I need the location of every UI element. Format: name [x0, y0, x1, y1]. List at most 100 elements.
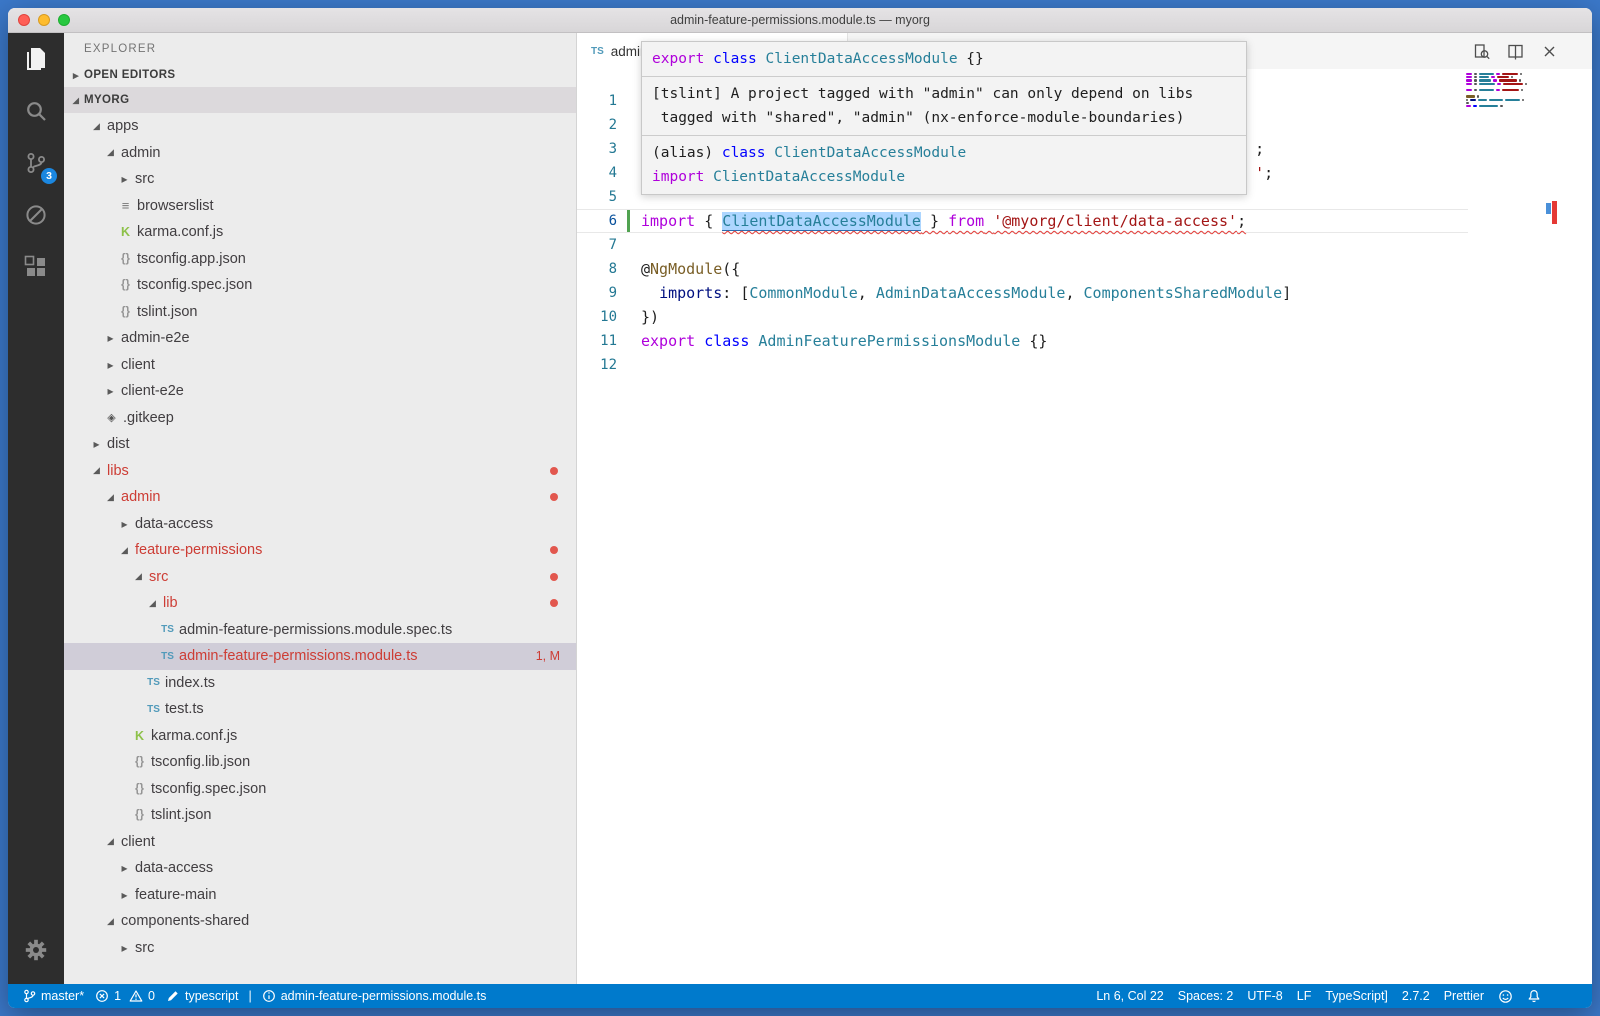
code-line-7[interactable]: 7: [577, 233, 1468, 257]
zoom-window-button[interactable]: [58, 14, 70, 26]
status-language-mode[interactable]: TypeScript]: [1318, 984, 1395, 1008]
code-line-10[interactable]: 10}): [577, 305, 1468, 329]
status-indentation[interactable]: Spaces: 2: [1171, 984, 1241, 1008]
tree-folder-client[interactable]: ◢client: [64, 829, 576, 856]
ts-file-icon: TS: [158, 624, 177, 635]
tree-folder-src[interactable]: ▸src: [64, 935, 576, 962]
open-preview-button[interactable]: [1473, 43, 1490, 60]
tree-folder-client-e2e[interactable]: ▸client-e2e: [64, 378, 576, 405]
tree-folder-lib[interactable]: ◢lib: [64, 590, 576, 617]
tree-folder-src[interactable]: ◢src: [64, 564, 576, 591]
tree-item-label: tsconfig.spec.json: [137, 277, 252, 293]
status-eol[interactable]: LF: [1290, 984, 1319, 1008]
section-open-editors[interactable]: ▸ OPEN EDITORS: [64, 63, 576, 87]
status-active-file-info[interactable]: admin-feature-permissions.module.ts: [255, 984, 494, 1008]
activity-settings[interactable]: [8, 924, 64, 976]
tree-folder-apps[interactable]: ◢apps: [64, 113, 576, 140]
code-line-9[interactable]: 9 imports: [CommonModule, AdminDataAcces…: [577, 281, 1468, 305]
tree-file-tsconfig.spec.json[interactable]: {}tsconfig.spec.json: [64, 272, 576, 299]
tree-folder-admin[interactable]: ◢admin: [64, 484, 576, 511]
section-myorg[interactable]: ◢ MYORG: [64, 87, 576, 113]
tree-item-label: admin-feature-permissions.module.spec.ts: [179, 622, 452, 638]
tree-folder-admin[interactable]: ◢admin: [64, 140, 576, 167]
tree-file-karma.conf.js[interactable]: Kkarma.conf.js: [64, 723, 576, 750]
minimap-line: [1466, 86, 1532, 88]
tree-item-label: src: [149, 569, 168, 585]
status-tslint-typescript[interactable]: typescript: [159, 984, 246, 1008]
tree-file-tslint.json[interactable]: {}tslint.json: [64, 802, 576, 829]
code-line-8[interactable]: 8@NgModule({: [577, 257, 1468, 281]
tree-folder-libs[interactable]: ◢libs: [64, 458, 576, 485]
code-text: imports: [CommonModule, AdminDataAccessM…: [641, 281, 1291, 305]
status-git-branch[interactable]: master*: [16, 984, 91, 1008]
tree-item-label: libs: [107, 463, 129, 479]
tree-folder-feature-permissions[interactable]: ◢feature-permissions: [64, 537, 576, 564]
activity-search[interactable]: [8, 85, 64, 137]
activity-debug[interactable]: [8, 189, 64, 241]
close-editor-button[interactable]: [1541, 43, 1558, 60]
status-warnings[interactable]: 0: [125, 984, 159, 1008]
tree-file-tsconfig.lib.json[interactable]: {}tsconfig.lib.json: [64, 749, 576, 776]
tree-file-tsconfig.app.json[interactable]: {}tsconfig.app.json: [64, 246, 576, 273]
tree-folder-src[interactable]: ▸src: [64, 166, 576, 193]
tree-item-label: apps: [107, 118, 138, 134]
close-window-button[interactable]: [18, 14, 30, 26]
tree-folder-admin-e2e[interactable]: ▸admin-e2e: [64, 325, 576, 352]
code-line-6[interactable]: 6import { ClientDataAccessModule } from …: [577, 209, 1468, 233]
tree-file-.gitkeep[interactable]: ◈.gitkeep: [64, 405, 576, 432]
minimap-segment: [1474, 83, 1477, 85]
chevron-expanded-icon: ◢: [88, 465, 105, 476]
minimap-segment: [1525, 83, 1527, 85]
activity-explorer[interactable]: [8, 33, 64, 85]
json-file-icon: {}: [116, 306, 135, 318]
tree-file-tslint.json[interactable]: {}tslint.json: [64, 299, 576, 326]
tree-file-admin-feature-permissions.module.ts[interactable]: TSadmin-feature-permissions.module.ts1, …: [64, 643, 576, 670]
chevron-collapsed-icon: ▸: [116, 941, 133, 955]
vscode-window: admin-feature-permissions.module.ts — my…: [8, 8, 1592, 1008]
hover-tooltip-popup[interactable]: export class ClientDataAccessModule {}[t…: [641, 41, 1247, 195]
code-token: imports: [659, 284, 722, 302]
tree-file-index.ts[interactable]: TSindex.ts: [64, 670, 576, 697]
status-encoding[interactable]: UTF-8: [1240, 984, 1289, 1008]
workbench-body: 3 EXPLORER ▸ OPEN EDITORS ◢ MYORG ◢apps◢…: [8, 33, 1592, 984]
minimap-segment: [1511, 76, 1513, 78]
status-errors[interactable]: 1: [91, 984, 125, 1008]
status-feedback[interactable]: [1491, 984, 1520, 1008]
line-number: 10: [577, 305, 617, 329]
status-formatter[interactable]: Prettier: [1437, 984, 1491, 1008]
minimize-window-button[interactable]: [38, 14, 50, 26]
status-cursor-position[interactable]: Ln 6, Col 22: [1089, 984, 1170, 1008]
smiley-icon: [1498, 989, 1513, 1004]
tree-file-test.ts[interactable]: TStest.ts: [64, 696, 576, 723]
tree-file-browserslist[interactable]: ≡browserslist: [64, 193, 576, 220]
modified-dot: [550, 546, 558, 554]
tree-file-tsconfig.spec.json[interactable]: {}tsconfig.spec.json: [64, 776, 576, 803]
tree-file-karma.conf.js[interactable]: Kkarma.conf.js: [64, 219, 576, 246]
tree-folder-data-access[interactable]: ▸data-access: [64, 855, 576, 882]
code-token: }: [921, 212, 948, 230]
code-token: @: [641, 260, 650, 278]
minimap-segment: [1497, 76, 1509, 78]
activity-extensions[interactable]: [8, 241, 64, 293]
split-editor-button[interactable]: [1507, 43, 1524, 60]
code-text: @NgModule({: [641, 257, 740, 281]
tree-file-admin-feature-permissions.module.spec.ts[interactable]: TSadmin-feature-permissions.module.spec.…: [64, 617, 576, 644]
line-number: 11: [577, 329, 617, 353]
tree-folder-components-shared[interactable]: ◢components-shared: [64, 908, 576, 935]
status-bar-left: master*10typescript|admin-feature-permis…: [16, 984, 493, 1008]
code-line-12[interactable]: 12: [577, 353, 1468, 377]
activity-source-control[interactable]: 3: [8, 137, 64, 189]
hover-popup-line: import ClientDataAccessModule: [652, 165, 1236, 189]
status-notifications[interactable]: [1520, 984, 1548, 1008]
modified-dot: [550, 493, 558, 501]
status-ts-version[interactable]: 2.7.2: [1395, 984, 1437, 1008]
minimap[interactable]: [1466, 73, 1532, 110]
tree-folder-client[interactable]: ▸client: [64, 352, 576, 379]
tree-folder-dist[interactable]: ▸dist: [64, 431, 576, 458]
tree-item-label: dist: [107, 436, 130, 452]
code-line-11[interactable]: 11export class AdminFeaturePermissionsMo…: [577, 329, 1468, 353]
tree-folder-feature-main[interactable]: ▸feature-main: [64, 882, 576, 909]
tree-item-label: data-access: [135, 860, 213, 876]
tree-folder-data-access[interactable]: ▸data-access: [64, 511, 576, 538]
window-title: admin-feature-permissions.module.ts — my…: [670, 13, 930, 27]
